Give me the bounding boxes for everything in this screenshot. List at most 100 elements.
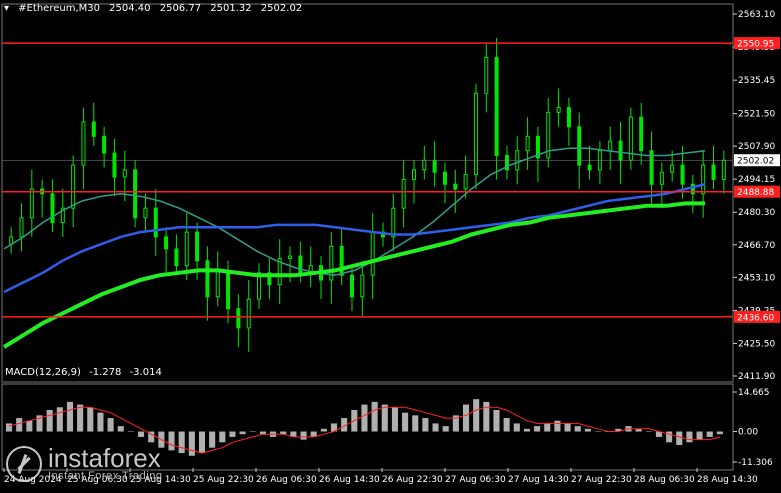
- candle: [91, 102, 96, 146]
- macd-bar: [46, 409, 53, 432]
- y-tick-label: 2466.70: [738, 241, 775, 251]
- x-tick-label: 28 Aug 06:30: [634, 475, 695, 485]
- candle-body: [236, 308, 241, 329]
- ma-line-2: [3, 182, 706, 294]
- symbol-label: #Ethereum,M30: [18, 3, 100, 14]
- candle-body: [143, 207, 148, 219]
- price-level-label: 2436.60: [737, 313, 774, 323]
- candle: [50, 179, 55, 233]
- macd-bar: [361, 404, 368, 432]
- candle: [60, 189, 65, 237]
- high-value: 2506.77: [159, 3, 202, 14]
- candle-body: [680, 164, 685, 185]
- price-chart-svg[interactable]: 2563.102549.352535.452521.502507.902494.…: [0, 0, 781, 489]
- candle-body: [122, 169, 127, 178]
- y-tick-label: 2507.90: [738, 142, 775, 152]
- macd-bar: [442, 426, 449, 432]
- candle: [566, 98, 571, 146]
- candle-body: [71, 164, 76, 209]
- macd-y-tick-label: 0.00: [738, 428, 758, 438]
- macd-bar: [168, 431, 175, 451]
- candle: [319, 256, 324, 300]
- candle-body: [432, 159, 437, 173]
- macd-bar: [219, 431, 226, 443]
- macd-bar: [117, 426, 124, 432]
- candle: [29, 169, 34, 237]
- y-tick-label: 2521.50: [738, 110, 775, 120]
- candle-body: [711, 164, 716, 180]
- triangle-down-icon[interactable]: ▾: [4, 3, 9, 14]
- macd-bar: [584, 428, 591, 432]
- macd-bar: [107, 418, 114, 432]
- candle-body: [81, 121, 86, 166]
- candle: [711, 145, 716, 190]
- macd-bar: [16, 418, 23, 432]
- x-tick-label: 26 Aug 06:30: [256, 475, 317, 485]
- candle: [257, 263, 262, 309]
- candle-body: [164, 236, 169, 250]
- y-tick-label: 2535.45: [738, 76, 775, 86]
- candle: [9, 227, 14, 254]
- main-panel-frame: [1, 3, 734, 383]
- candle-body: [184, 231, 189, 267]
- candle: [597, 141, 602, 185]
- y-tick-label: 2411.90: [738, 372, 775, 382]
- macd-bar: [676, 431, 683, 446]
- candle-body: [525, 135, 530, 152]
- macd-bar: [574, 426, 581, 432]
- macd-bar: [513, 423, 520, 432]
- candle-body: [370, 231, 375, 276]
- macd-bar: [56, 407, 63, 432]
- macd-bar: [188, 431, 195, 456]
- candle: [40, 179, 45, 218]
- candle: [628, 107, 633, 170]
- candle: [504, 145, 509, 180]
- candle-body: [484, 56, 489, 94]
- macd-bar: [645, 431, 652, 433]
- candle-body: [618, 140, 623, 161]
- candle: [205, 246, 210, 321]
- candle: [442, 162, 447, 204]
- y-tick-label: 2425.50: [738, 339, 775, 349]
- candle-body: [288, 255, 293, 259]
- macd-bar: [706, 431, 713, 437]
- instaforex-logo-icon: [6, 446, 42, 482]
- candle: [659, 162, 664, 209]
- macd-bar: [391, 407, 398, 432]
- candle-body: [215, 269, 220, 298]
- macd-bar: [422, 418, 429, 432]
- candle-body: [19, 217, 24, 238]
- candle: [525, 117, 530, 170]
- macd-y-tick-label: 14.665: [738, 388, 770, 398]
- chart-area[interactable]: 2563.102549.352535.452521.502507.902494.…: [0, 0, 781, 489]
- macd-bar: [412, 415, 419, 432]
- candle-body: [659, 171, 664, 185]
- macd-bar: [97, 412, 104, 432]
- candle: [236, 294, 241, 348]
- macd-bar: [686, 431, 693, 443]
- x-tick-label: 26 Aug 14:30: [319, 475, 380, 485]
- ma-line-3: [2, 201, 705, 349]
- macd-bar: [544, 423, 551, 432]
- candle-body: [401, 178, 406, 209]
- macd-bar: [564, 423, 571, 432]
- candle: [649, 131, 654, 204]
- macd-bar: [462, 404, 470, 432]
- macd-bar: [716, 431, 723, 435]
- candle: [690, 174, 695, 213]
- macd-bar: [402, 412, 409, 432]
- candle-body: [174, 248, 179, 267]
- x-tick-label: 25 Aug 22:30: [193, 475, 254, 485]
- macd-bar: [87, 407, 94, 432]
- macd-bar: [534, 426, 541, 432]
- candle: [112, 138, 117, 197]
- macd-signal-value: -3.014: [129, 367, 162, 378]
- macd-bar: [523, 428, 530, 432]
- macd-bar: [6, 423, 13, 432]
- x-tick-label: 28 Aug 14:30: [697, 475, 758, 485]
- candle: [246, 279, 251, 352]
- candle: [546, 98, 551, 168]
- macd-bar: [138, 431, 145, 437]
- candle: [639, 102, 644, 166]
- candle-body: [566, 107, 571, 128]
